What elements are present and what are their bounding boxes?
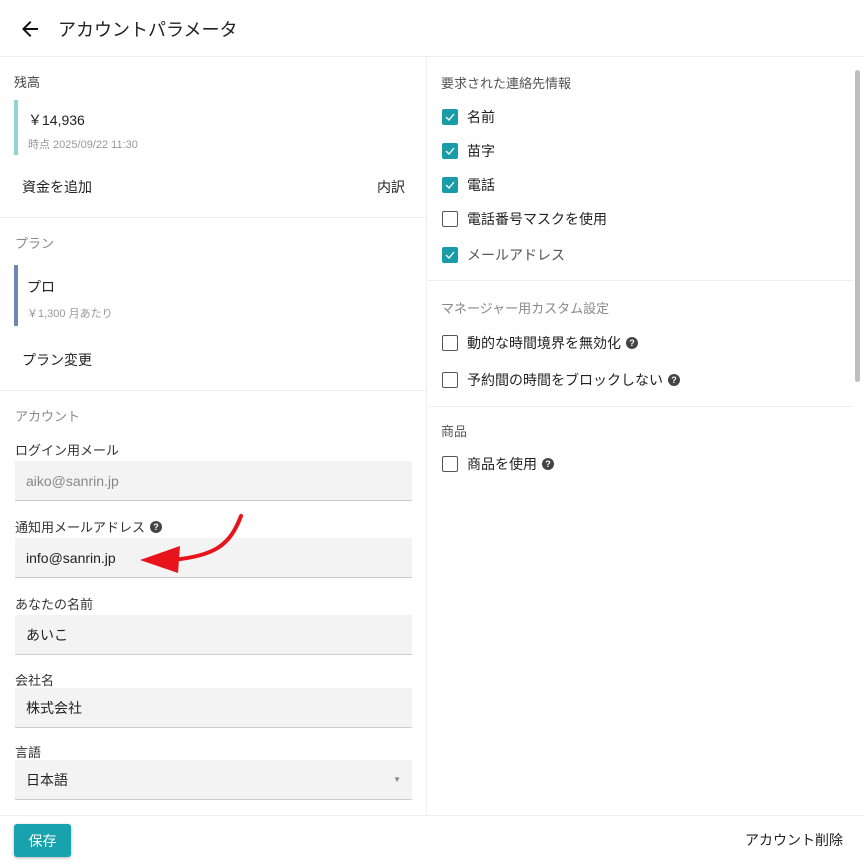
balance-title: 残高 bbox=[14, 75, 41, 90]
manager-title: マネージャー用カスタム設定 bbox=[441, 301, 610, 316]
checkbox-row-block-time[interactable]: 予約間の時間をブロックしない? bbox=[442, 370, 680, 390]
checkbox-checked-icon[interactable] bbox=[442, 143, 458, 159]
back-arrow-icon[interactable] bbox=[18, 17, 42, 41]
plan-title: プラン bbox=[15, 236, 55, 251]
checkbox-row-surname[interactable]: 苗字 bbox=[442, 141, 495, 161]
delete-account-link[interactable]: アカウント削除 bbox=[745, 830, 843, 850]
language-label: 言語 bbox=[15, 745, 42, 760]
company-field[interactable]: 株式会社 bbox=[15, 688, 412, 728]
footer: 保存 アカウント削除 bbox=[0, 815, 863, 863]
balance-timestamp: 時点 2025/09/22 11:30 bbox=[28, 139, 138, 151]
left-panel: 残高 ￥14,936 時点 2025/09/22 11:30 資金を追加 内訳 … bbox=[0, 58, 427, 815]
help-icon[interactable]: ? bbox=[150, 520, 163, 533]
checkbox-row-phone[interactable]: 電話 bbox=[442, 175, 495, 195]
name-field[interactable]: あいこ bbox=[15, 615, 412, 655]
divider bbox=[428, 406, 853, 407]
breakdown-link[interactable]: 内訳 bbox=[377, 177, 405, 197]
checkbox-unchecked-icon[interactable] bbox=[442, 456, 458, 472]
products-title: 商品 bbox=[441, 424, 468, 439]
checkbox-row-products[interactable]: 商品を使用? bbox=[442, 454, 554, 474]
divider bbox=[428, 280, 853, 281]
balance-block: ￥14,936 時点 2025/09/22 11:30 bbox=[14, 100, 138, 155]
checkbox-row-name[interactable]: 名前 bbox=[442, 107, 495, 127]
balance-amount: ￥14,936 bbox=[28, 112, 85, 128]
notify-email-field[interactable]: info@sanrin.jp bbox=[15, 538, 412, 578]
header: アカウントパラメータ bbox=[0, 0, 863, 57]
checkbox-label: 電話番号マスクを使用 bbox=[467, 211, 607, 227]
scrollbar-thumb[interactable] bbox=[855, 70, 860, 382]
login-email-field: aiko@sanrin.jp bbox=[15, 461, 412, 501]
help-icon[interactable]: ? bbox=[626, 337, 638, 349]
checkbox-label: メールアドレス bbox=[467, 247, 565, 263]
add-funds-link[interactable]: 資金を追加 bbox=[22, 177, 92, 197]
checkbox-label: 予約間の時間をブロックしない bbox=[467, 372, 663, 388]
contact-title: 要求された連絡先情報 bbox=[441, 76, 572, 91]
plan-price: ￥1,300 月あたり bbox=[27, 308, 113, 320]
divider bbox=[0, 217, 426, 218]
save-button[interactable]: 保存 bbox=[14, 824, 71, 857]
checkbox-label: 苗字 bbox=[467, 143, 495, 159]
language-value: 日本語 bbox=[26, 771, 68, 788]
help-icon[interactable]: ? bbox=[668, 374, 680, 386]
name-label: あなたの名前 bbox=[15, 597, 94, 612]
checkbox-unchecked-icon[interactable] bbox=[442, 211, 458, 227]
plan-block: プロ ￥1,300 月あたり bbox=[14, 265, 113, 326]
checkbox-label: 商品を使用 bbox=[467, 456, 537, 472]
checkbox-label: 電話 bbox=[467, 177, 495, 193]
checkbox-checked-icon[interactable] bbox=[442, 247, 458, 263]
change-plan-link[interactable]: プラン変更 bbox=[22, 350, 92, 370]
checkbox-row-dynamic-boundary[interactable]: 動的な時間境界を無効化? bbox=[442, 333, 638, 353]
login-email-label: ログイン用メール bbox=[15, 443, 120, 458]
notify-email-label: 通知用メールアドレス bbox=[15, 520, 146, 535]
checkbox-label: 名前 bbox=[467, 109, 495, 125]
checkbox-label: 動的な時間境界を無効化 bbox=[467, 335, 621, 351]
page-title: アカウントパラメータ bbox=[58, 20, 238, 40]
plan-name: プロ bbox=[27, 279, 55, 295]
account-title: アカウント bbox=[15, 409, 81, 424]
checkbox-checked-icon[interactable] bbox=[442, 109, 458, 125]
notify-email-label-row: 通知用メールアドレス? bbox=[15, 517, 163, 536]
dropdown-caret-icon: ▼ bbox=[393, 775, 401, 784]
right-panel: 要求された連絡先情報 名前 苗字 電話 電話番号マスクを使用 メールアドレス マ… bbox=[428, 58, 853, 815]
checkbox-row-phone-mask[interactable]: 電話番号マスクを使用 bbox=[442, 209, 607, 229]
language-select[interactable]: 日本語 ▼ bbox=[15, 760, 412, 800]
checkbox-unchecked-icon[interactable] bbox=[442, 372, 458, 388]
divider bbox=[0, 390, 426, 391]
checkbox-checked-icon[interactable] bbox=[442, 177, 458, 193]
help-icon[interactable]: ? bbox=[542, 458, 554, 470]
checkbox-unchecked-icon[interactable] bbox=[442, 335, 458, 351]
checkbox-row-email[interactable]: メールアドレス bbox=[442, 245, 565, 265]
company-label: 会社名 bbox=[15, 673, 55, 688]
